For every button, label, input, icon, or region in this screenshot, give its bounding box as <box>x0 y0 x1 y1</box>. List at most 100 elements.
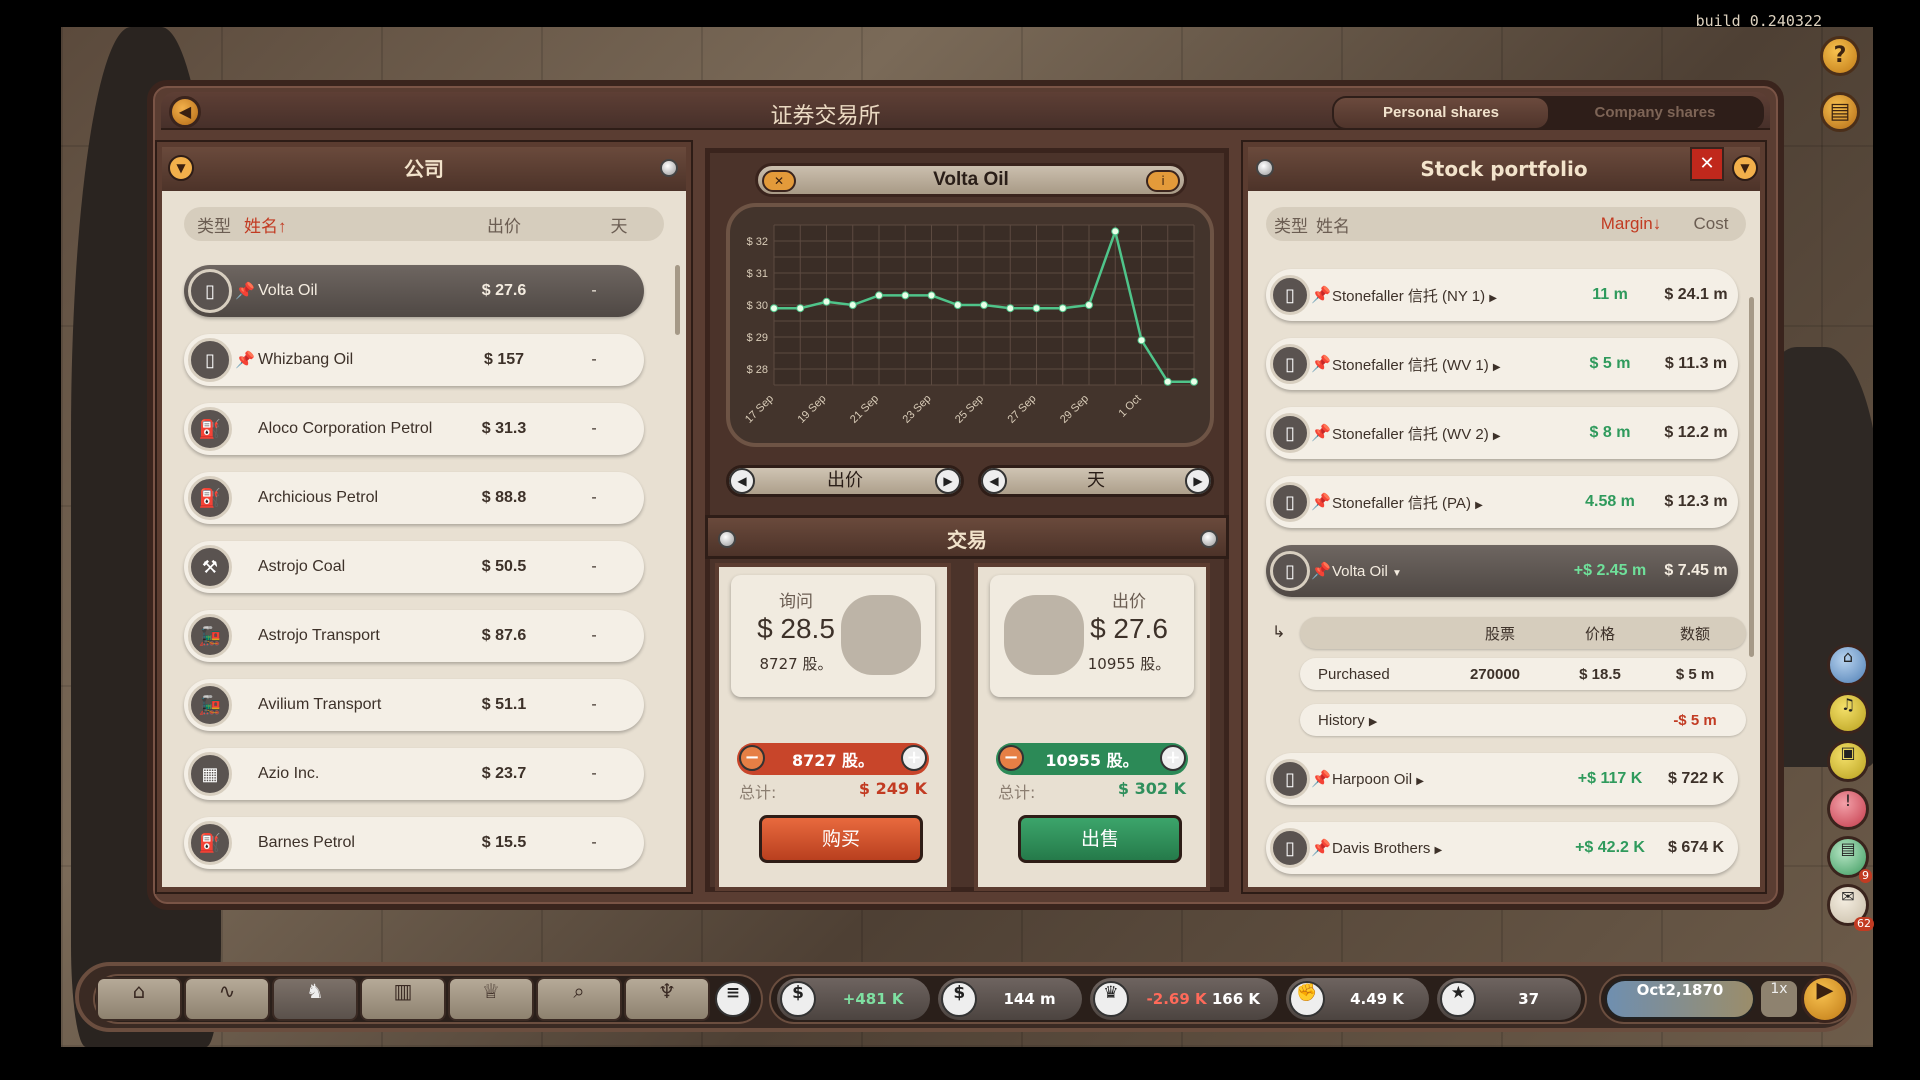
purchased-amount: $ 5 m <box>1675 665 1715 683</box>
expand-icon[interactable]: ▶ <box>1493 431 1501 442</box>
train-menu-icon[interactable]: ♞ <box>272 977 358 1021</box>
col-name[interactable]: 姓名↑ <box>244 212 434 237</box>
price-point <box>1163 377 1172 386</box>
company-row[interactable]: ⛽ Aloco Corporation Petrol $ 31.3 - <box>184 403 644 455</box>
col-price[interactable]: 出价 <box>434 212 574 237</box>
alert-button[interactable]: ! <box>1827 788 1869 830</box>
collapse-arrow-icon[interactable]: ↳ <box>1272 622 1285 641</box>
company-row[interactable]: ▯ 📌 Volta Oil $ 27.6 - <box>184 265 644 317</box>
book-button[interactable]: ▤ <box>1820 92 1860 132</box>
close-chart-button[interactable]: ✕ <box>762 170 796 192</box>
portfolio-row[interactable]: ▯ 📌 Harpoon Oil ▶ +$ 117 K $ 722 K <box>1266 753 1738 805</box>
company-row[interactable]: ⚒ Astrojo Coal $ 50.5 - <box>184 541 644 593</box>
companies-scrollbar[interactable] <box>675 265 680 335</box>
pin-icon[interactable]: 📌 <box>1310 354 1332 374</box>
metric-next-icon[interactable]: ▶ <box>935 468 961 494</box>
x-tick-label: 23 Sep <box>900 393 933 426</box>
company-row[interactable]: 🚂 Avilium Transport $ 51.1 - <box>184 679 644 731</box>
search-menu-icon[interactable]: ⌕ <box>536 977 622 1021</box>
pin-icon <box>1200 530 1218 548</box>
close-icon[interactable]: ✕ <box>1690 147 1724 181</box>
help-button[interactable]: ? <box>1820 36 1860 76</box>
notes-button[interactable]: ▣ <box>1827 740 1869 782</box>
expand-icon[interactable]: ▶ <box>1369 716 1377 728</box>
pin-icon[interactable]: 📌 <box>1310 492 1332 512</box>
city-menu-icon[interactable]: ▥ <box>360 977 446 1021</box>
info-button[interactable]: i <box>1146 170 1180 192</box>
bank-button[interactable]: ⌂ <box>1827 644 1869 686</box>
company-row[interactable]: 🚂 Astrojo Transport $ 87.6 - <box>184 610 644 662</box>
expand-icon[interactable]: ▶ <box>1475 500 1483 511</box>
pin-icon[interactable]: 📌 <box>1310 285 1332 305</box>
tab-company-shares[interactable]: Company shares <box>1548 98 1762 128</box>
music-button[interactable]: ♫ <box>1827 692 1869 734</box>
buy-quantity[interactable]: − 8727 股。 + <box>737 743 929 775</box>
period-selector[interactable]: ◀ 天 ▶ <box>978 465 1214 497</box>
increase-buy-icon[interactable]: + <box>901 745 927 771</box>
filter-icon[interactable]: ▼ <box>168 155 194 181</box>
expand-icon[interactable]: ▶ <box>1416 776 1424 787</box>
x-tick-label: 25 Sep <box>953 393 986 426</box>
period-next-icon[interactable]: ▶ <box>1185 468 1211 494</box>
pin-icon[interactable]: 📌 <box>1310 769 1332 789</box>
prestige-stat[interactable]: ♛ -2.69 K 166 K <box>1089 978 1278 1020</box>
company-row[interactable]: ⛽ Archicious Petrol $ 88.8 - <box>184 472 644 524</box>
buy-button[interactable]: 购买 <box>759 815 923 863</box>
sell-quantity[interactable]: − 10955 股。 + <box>996 743 1188 775</box>
expand-icon[interactable]: ▶ <box>1489 293 1497 304</box>
station-menu-icon[interactable]: ⌂ <box>96 977 182 1021</box>
portfolio-row[interactable]: ▯ 📌 Stonefaller 信托 (WV 1) ▶ $ 5 m $ 11.3… <box>1266 338 1738 390</box>
tab-personal-shares[interactable]: Personal shares <box>1334 98 1548 128</box>
col-margin[interactable]: Margin↓ <box>1586 214 1676 234</box>
time-controls: Oct2,1870 1x ▶ <box>1599 974 1853 1024</box>
play-button[interactable]: ▶ <box>1801 975 1849 1023</box>
col-cost[interactable]: Cost <box>1676 214 1746 234</box>
pin-icon[interactable]: 📌 <box>1310 838 1332 858</box>
portfolio-row[interactable]: ▯ 📌 Stonefaller 信托 (NY 1) ▶ 11 m $ 24.1 … <box>1266 269 1738 321</box>
hamburger-menu-icon[interactable]: ≡ <box>715 981 751 1017</box>
portfolio-row[interactable]: ▯ 📌 Stonefaller 信托 (PA) ▶ 4.58 m $ 12.3 … <box>1266 476 1738 528</box>
col-day[interactable]: 天 <box>574 212 664 237</box>
company-price: $ 15.5 <box>481 834 527 851</box>
signpost-menu-icon[interactable]: ♆ <box>624 977 710 1021</box>
pin-icon[interactable]: 📌 <box>232 281 258 301</box>
prestige-change: -2.69 K <box>1146 990 1207 1008</box>
expand-icon[interactable]: ▶ <box>1435 845 1443 856</box>
col-type[interactable]: 类型 <box>1266 212 1316 237</box>
routes-menu-icon[interactable]: ∿ <box>184 977 270 1021</box>
portfolio-scrollbar[interactable] <box>1749 297 1754 657</box>
portfolio-row[interactable]: ▯ 📌 Volta Oil ▼ +$ 2.45 m $ 7.45 m <box>1266 545 1738 597</box>
decrease-sell-icon[interactable]: − <box>998 745 1024 771</box>
portfolio-title: Stock portfolio <box>1420 157 1588 181</box>
company-row[interactable]: ⛽ Barnes Petrol $ 15.5 - <box>184 817 644 869</box>
increase-sell-icon[interactable]: + <box>1160 745 1186 771</box>
ledger-button[interactable]: ▤ 9 <box>1827 836 1872 883</box>
expand-icon[interactable]: ▶ <box>1493 362 1501 373</box>
history-row[interactable]: History ▶ -$ 5 m <box>1300 704 1746 736</box>
date-display[interactable]: Oct2,1870 <box>1605 979 1755 1019</box>
filter-icon[interactable]: ▼ <box>1732 155 1758 181</box>
expand-icon[interactable]: ▼ <box>1392 568 1402 579</box>
portfolio-row[interactable]: ▯ 📌 Davis Brothers ▶ +$ 42.2 K $ 674 K <box>1266 822 1738 874</box>
income-stat[interactable]: $ +481 K <box>777 978 931 1020</box>
pin-icon[interactable]: 📌 <box>232 350 258 370</box>
decrease-buy-icon[interactable]: − <box>739 745 765 771</box>
pin-icon[interactable]: 📌 <box>1310 423 1332 443</box>
portfolio-cost: $ 12.2 m <box>1664 424 1728 441</box>
metric-selector[interactable]: ◀ 出价 ▶ <box>726 465 964 497</box>
period-prev-icon[interactable]: ◀ <box>981 468 1007 494</box>
company-row[interactable]: ▦ Azio Inc. $ 23.7 - <box>184 748 644 800</box>
col-type[interactable]: 类型 <box>184 212 244 237</box>
mail-button[interactable]: ✉ 62 <box>1827 884 1874 931</box>
portfolio-row[interactable]: ▯ 📌 Stonefaller 信托 (WV 2) ▶ $ 8 m $ 12.2… <box>1266 407 1738 459</box>
col-name[interactable]: 姓名 <box>1316 212 1586 237</box>
influence-stat[interactable]: ✊ 4.49 K <box>1285 978 1430 1020</box>
speed-button[interactable]: 1x <box>1761 981 1797 1017</box>
money-stat[interactable]: $144 m <box>938 978 1082 1020</box>
trophy-menu-icon[interactable]: ♕ <box>448 977 534 1021</box>
sell-button[interactable]: 出售 <box>1018 815 1182 863</box>
stars-stat[interactable]: ★ 37 <box>1437 978 1581 1020</box>
metric-prev-icon[interactable]: ◀ <box>729 468 755 494</box>
pin-icon[interactable]: 📌 <box>1310 561 1332 581</box>
company-row[interactable]: ▯ 📌 Whizbang Oil $ 157 - <box>184 334 644 386</box>
